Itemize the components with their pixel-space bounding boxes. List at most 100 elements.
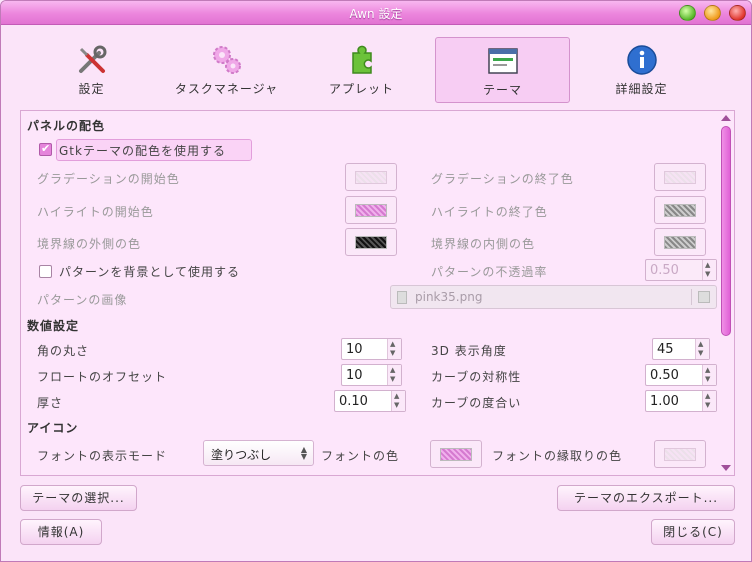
spinner-buttons[interactable]: ▲ ▼ bbox=[702, 391, 716, 411]
tab-theme[interactable]: テーマ bbox=[435, 37, 570, 103]
grad-start-color-button[interactable] bbox=[345, 163, 397, 191]
spinner-buttons[interactable]: ▲ ▼ bbox=[387, 365, 401, 385]
panel-scrollbar[interactable] bbox=[719, 112, 733, 474]
highlight-start-label: ハイライトの開始色 bbox=[37, 205, 154, 219]
corner-radius-spinner[interactable]: 10 ▲ ▼ bbox=[341, 338, 402, 360]
maximize-button[interactable] bbox=[704, 5, 721, 21]
about-button[interactable]: 情報(A) bbox=[20, 519, 102, 545]
highlight-end-label: ハイライトの終了色 bbox=[431, 205, 548, 219]
pattern-file-chooser[interactable]: pink35.png bbox=[390, 285, 717, 309]
tab-label: テーマ bbox=[482, 83, 522, 97]
thickness-label: 厚さ bbox=[37, 396, 64, 410]
tools-icon bbox=[78, 45, 106, 73]
font-color-button[interactable] bbox=[430, 440, 482, 468]
grad-end-color-button[interactable] bbox=[654, 163, 706, 191]
pattern-alpha-spinner[interactable]: 0.50 ▲ ▼ bbox=[645, 259, 717, 281]
curve-symmetry-spinner[interactable]: 0.50 ▲ ▼ bbox=[645, 364, 717, 386]
border-outer-label: 境界線の外側の色 bbox=[37, 237, 142, 251]
spinner-buttons[interactable]: ▲ ▼ bbox=[391, 391, 405, 411]
use-pattern-checkbox[interactable] bbox=[39, 265, 52, 278]
grad-start-label: グラデーションの開始色 bbox=[37, 172, 180, 186]
grad-end-label: グラデーションの終了色 bbox=[431, 172, 574, 186]
thickness-spinner[interactable]: 0.10 ▲ ▼ bbox=[334, 390, 406, 412]
float-offset-label: フロートのオフセット bbox=[37, 370, 168, 384]
file-icon bbox=[397, 291, 407, 304]
spinner-value: 45 bbox=[657, 342, 674, 357]
spinner-value: 0.50 bbox=[650, 263, 679, 278]
spinner-value: 1.00 bbox=[650, 394, 679, 409]
minimize-button[interactable] bbox=[679, 5, 696, 21]
pattern-alpha-label: パターンの不透過率 bbox=[431, 265, 548, 279]
scroll-thumb[interactable] bbox=[721, 126, 731, 336]
border-outer-color-button[interactable] bbox=[345, 228, 397, 256]
curve-degree-spinner[interactable]: 1.00 ▲ ▼ bbox=[645, 390, 717, 412]
border-inner-color-button[interactable] bbox=[654, 228, 706, 256]
scroll-down-icon[interactable] bbox=[721, 465, 731, 471]
info-icon bbox=[626, 45, 657, 75]
highlight-end-color-button[interactable] bbox=[654, 196, 706, 224]
tab-label: タスクマネージャ bbox=[174, 82, 279, 96]
font-color-label: フォントの色 bbox=[321, 449, 400, 463]
color-swatch bbox=[664, 204, 696, 217]
spinner-buttons[interactable]: ▲ ▼ bbox=[702, 365, 716, 385]
close-window-button[interactable] bbox=[729, 5, 746, 21]
combo-value: 塗りつぶし bbox=[211, 448, 272, 462]
section-panel-colors: パネルの配色 bbox=[27, 119, 106, 133]
color-swatch bbox=[664, 171, 696, 184]
tab-label: 詳細設定 bbox=[615, 82, 668, 96]
font-mode-label: フォントの表示モード bbox=[37, 449, 168, 463]
spinner-value: 0.50 bbox=[650, 368, 679, 383]
angle3d-label: 3D 表示角度 bbox=[431, 344, 507, 358]
spinner-value: 0.10 bbox=[339, 394, 368, 409]
window-title: Awn 設定 bbox=[349, 7, 403, 21]
spinner-value: 10 bbox=[346, 368, 363, 383]
category-tabs: 設定 タスクマネージャ アプレット テーマ 詳細設定 bbox=[20, 37, 735, 105]
color-swatch bbox=[355, 204, 387, 217]
color-swatch bbox=[664, 236, 696, 249]
theme-window-icon bbox=[487, 48, 518, 74]
font-outline-color-button[interactable] bbox=[654, 440, 706, 468]
gtk-colors-label: Gtkテーマの配色を使用する bbox=[59, 144, 226, 158]
select-theme-button[interactable]: テーマの選択... bbox=[20, 485, 137, 511]
tab-label: アプレット bbox=[328, 82, 394, 96]
gtk-colors-checkbox[interactable] bbox=[39, 142, 52, 156]
color-swatch bbox=[355, 236, 387, 249]
spinner-value: 10 bbox=[346, 342, 363, 357]
export-theme-button[interactable]: テーマのエクスポート... bbox=[557, 485, 735, 511]
settings-window: Awn 設定 設定 タスクマネージャ アプレット テーマ 詳細設定 パネルの配色… bbox=[0, 0, 752, 562]
color-swatch bbox=[440, 448, 472, 461]
combo-arrows-icon: ▲ ▼ bbox=[300, 445, 307, 461]
title-bar[interactable]: Awn 設定 bbox=[1, 1, 751, 25]
angle3d-spinner[interactable]: 45 ▲ ▼ bbox=[652, 338, 710, 360]
open-folder-icon bbox=[698, 291, 710, 303]
tab-settings[interactable]: 設定 bbox=[24, 37, 159, 103]
puzzle-icon bbox=[351, 45, 372, 74]
section-icons: アイコン bbox=[27, 421, 79, 435]
color-swatch bbox=[355, 171, 387, 184]
spinner-buttons[interactable]: ▲ ▼ bbox=[702, 260, 716, 280]
spinner-buttons[interactable]: ▲ ▼ bbox=[387, 339, 401, 359]
pattern-file-name: pink35.png bbox=[415, 290, 483, 304]
font-outline-color-label: フォントの縁取りの色 bbox=[492, 449, 623, 463]
spinner-buttons[interactable]: ▲ ▼ bbox=[695, 339, 709, 359]
section-numeric: 数値設定 bbox=[27, 319, 80, 333]
use-pattern-label: パターンを背景として使用する bbox=[59, 265, 241, 279]
tab-advanced[interactable]: 詳細設定 bbox=[574, 37, 709, 103]
tab-applets[interactable]: アプレット bbox=[294, 37, 429, 103]
pattern-image-label: パターンの画像 bbox=[37, 293, 128, 307]
gears-icon bbox=[212, 46, 241, 74]
corner-radius-label: 角の丸さ bbox=[37, 344, 90, 358]
float-offset-spinner[interactable]: 10 ▲ ▼ bbox=[341, 364, 402, 386]
color-swatch bbox=[664, 448, 696, 461]
curve-degree-label: カーブの度合い bbox=[431, 396, 522, 410]
border-inner-label: 境界線の内側の色 bbox=[431, 237, 536, 251]
curve-symmetry-label: カーブの対称性 bbox=[431, 370, 522, 384]
font-mode-combo[interactable]: 塗りつぶし ▲ ▼ bbox=[203, 440, 314, 466]
highlight-start-color-button[interactable] bbox=[345, 196, 397, 224]
theme-settings-panel: パネルの配色 Gtkテーマの配色を使用する グラデーションの開始色 グラデーショ… bbox=[20, 110, 735, 476]
tab-label: 設定 bbox=[78, 82, 105, 96]
divider bbox=[691, 289, 692, 305]
close-button[interactable]: 閉じる(C) bbox=[651, 519, 735, 545]
scroll-up-icon[interactable] bbox=[721, 115, 731, 121]
tab-task-manager[interactable]: タスクマネージャ bbox=[159, 37, 294, 103]
